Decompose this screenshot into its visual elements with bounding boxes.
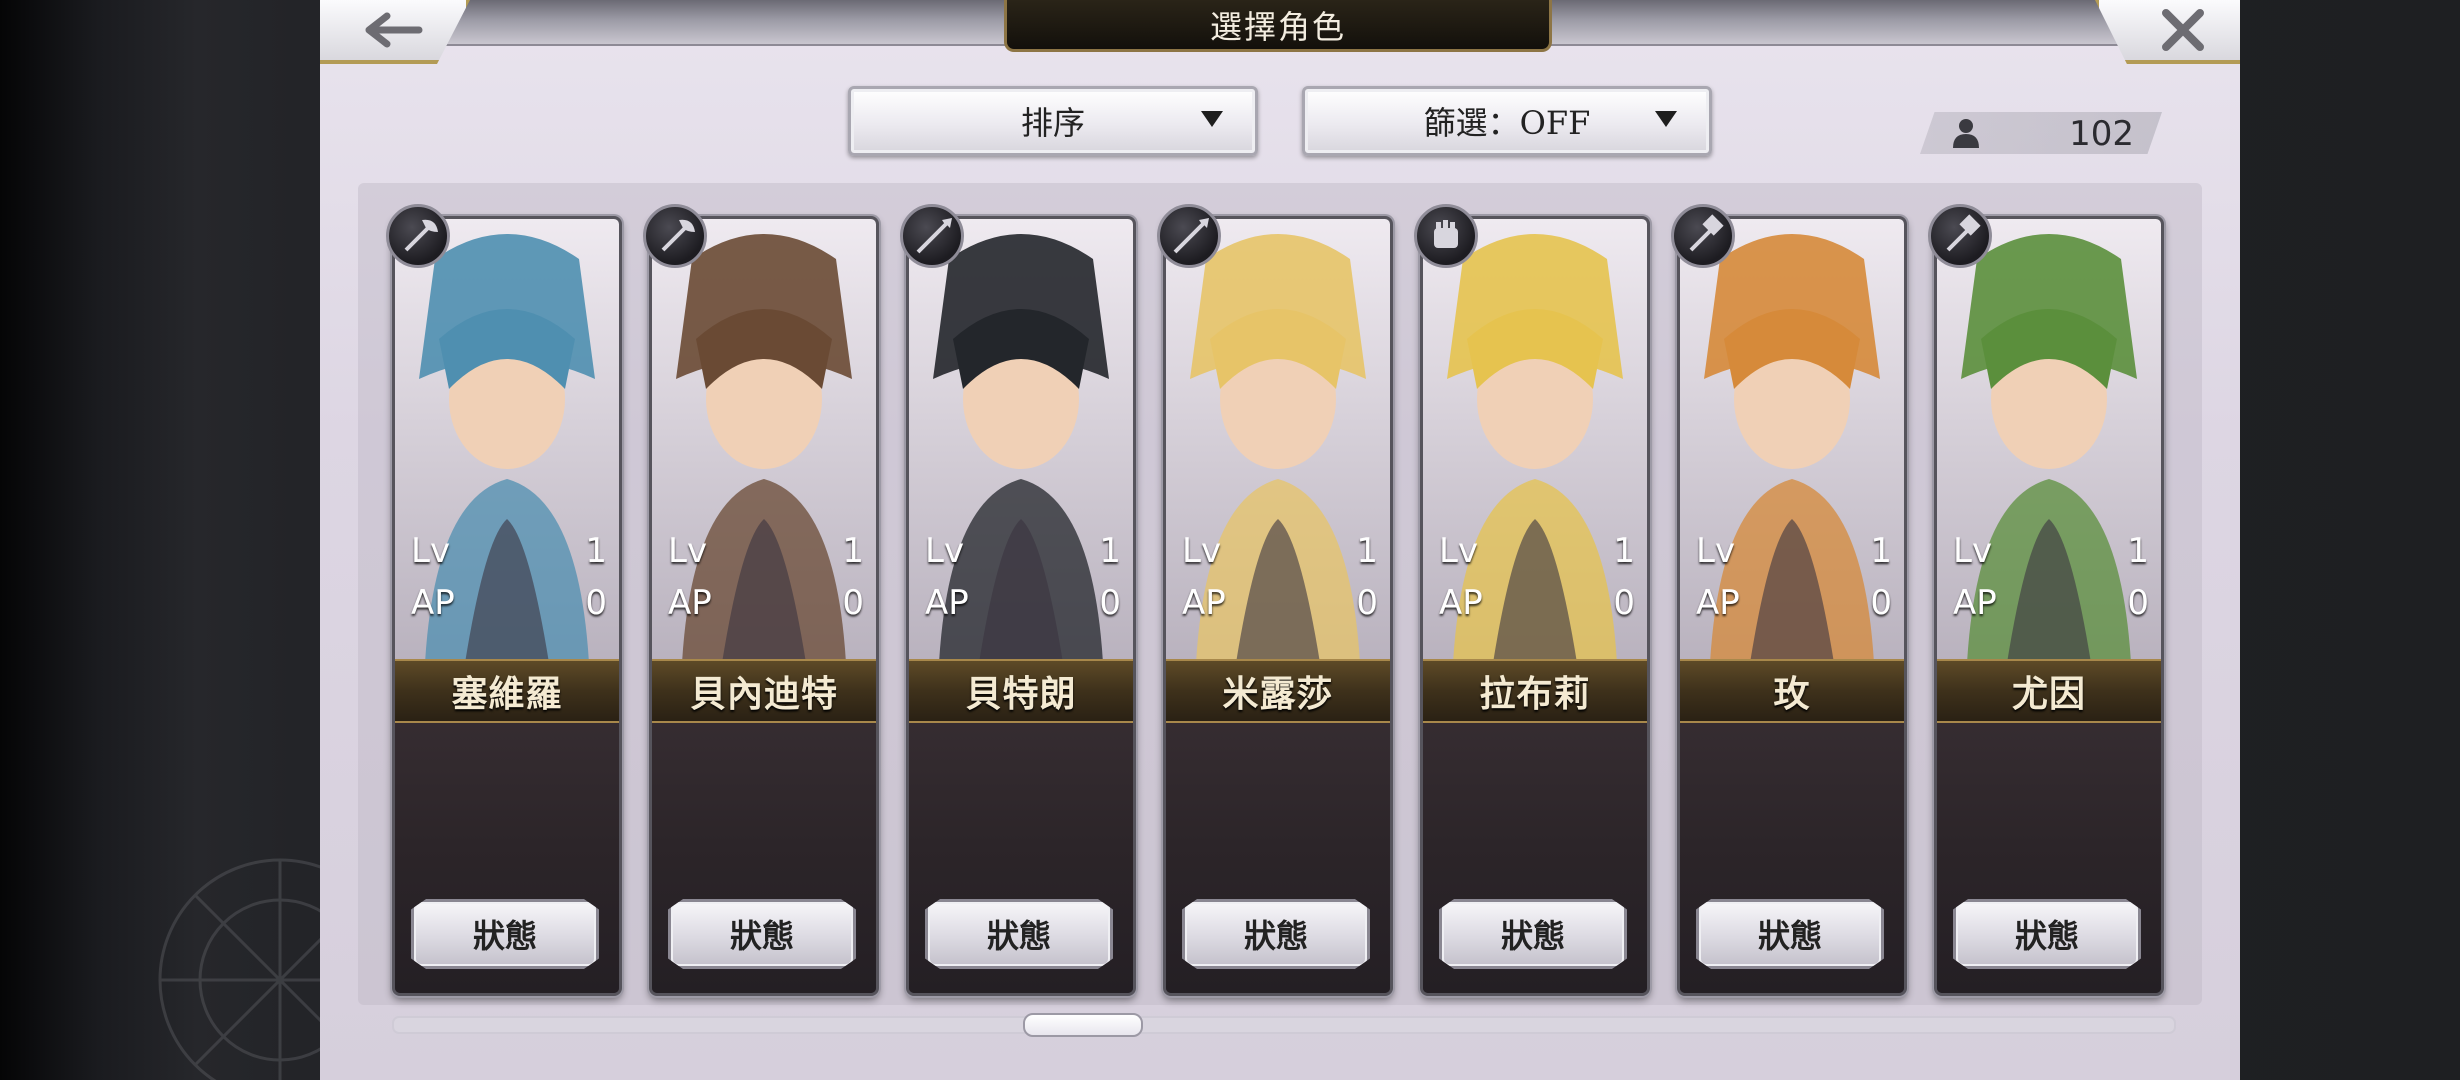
gauntlet-icon xyxy=(1414,204,1478,268)
filter-dropdown[interactable]: 篩選：OFF xyxy=(1302,86,1712,156)
lv-label: Lv xyxy=(925,531,965,571)
character-count-badge: 102 xyxy=(1920,112,2162,154)
lv-row: Lv 1 xyxy=(1696,531,1892,575)
horizontal-scrollbar[interactable] xyxy=(392,1016,2176,1034)
lv-row: Lv 1 xyxy=(1439,531,1635,575)
chevron-down-icon xyxy=(1201,111,1223,127)
ap-label: AP xyxy=(668,583,712,623)
sort-dropdown[interactable]: 排序 xyxy=(848,86,1258,156)
character-card[interactable]: 貝內迪特 Lv 1 AP 0 狀態 xyxy=(649,216,879,996)
lv-label: Lv xyxy=(668,531,708,571)
character-name: 貝特朗 xyxy=(909,659,1133,723)
close-icon xyxy=(2161,9,2204,51)
character-card[interactable]: 米露莎 Lv 1 AP 0 狀態 xyxy=(1163,216,1393,996)
ap-row: AP 0 xyxy=(411,583,607,627)
lv-row: Lv 1 xyxy=(925,531,1121,575)
lv-row: Lv 1 xyxy=(1953,531,2149,575)
status-button[interactable]: 狀態 xyxy=(1439,899,1627,969)
ap-label: AP xyxy=(1696,583,1740,623)
hammer-icon xyxy=(1671,204,1735,268)
chevron-down-icon xyxy=(1655,111,1677,127)
character-card[interactable]: 拉布莉 Lv 1 AP 0 狀態 xyxy=(1420,216,1650,996)
person-icon xyxy=(1953,119,1979,148)
ap-value: 0 xyxy=(1099,583,1121,623)
lv-value: 1 xyxy=(585,531,607,571)
lv-label: Lv xyxy=(1953,531,1993,571)
lv-value: 1 xyxy=(1356,531,1378,571)
lv-row: Lv 1 xyxy=(668,531,864,575)
axe-icon xyxy=(386,204,450,268)
ap-value: 0 xyxy=(1870,583,1892,623)
lv-value: 1 xyxy=(1870,531,1892,571)
character-name: 尤因 xyxy=(1937,659,2161,723)
character-card[interactable]: 塞維羅 Lv 1 AP 0 狀態 xyxy=(392,216,622,996)
page-title: 選擇角色 xyxy=(1004,0,1552,52)
lv-value: 1 xyxy=(842,531,864,571)
character-name: 米露莎 xyxy=(1166,659,1390,723)
lv-label: Lv xyxy=(1182,531,1222,571)
ap-value: 0 xyxy=(842,583,864,623)
status-button[interactable]: 狀態 xyxy=(925,899,1113,969)
lv-value: 1 xyxy=(1613,531,1635,571)
character-count: 102 xyxy=(2069,114,2134,154)
ap-row: AP 0 xyxy=(1439,583,1635,627)
back-arrow-icon xyxy=(365,12,423,48)
lv-label: Lv xyxy=(411,531,451,571)
scrollbar-thumb[interactable] xyxy=(1023,1013,1143,1037)
status-button[interactable]: 狀態 xyxy=(1696,899,1884,969)
ap-row: AP 0 xyxy=(668,583,864,627)
ap-value: 0 xyxy=(1613,583,1635,623)
character-name: 拉布莉 xyxy=(1423,659,1647,723)
lv-label: Lv xyxy=(1439,531,1479,571)
spear-icon xyxy=(900,204,964,268)
character-name: 塞維羅 xyxy=(395,659,619,723)
clockwork-ornament-icon xyxy=(158,858,360,1080)
ap-value: 0 xyxy=(2127,583,2149,623)
ap-value: 0 xyxy=(1356,583,1378,623)
status-button[interactable]: 狀態 xyxy=(668,899,856,969)
ap-row: AP 0 xyxy=(925,583,1121,627)
ap-row: AP 0 xyxy=(1182,583,1378,627)
filter-label: 篩選：OFF xyxy=(1423,104,1591,142)
ap-label: AP xyxy=(411,583,455,623)
lv-value: 1 xyxy=(1099,531,1121,571)
character-name: 玫 xyxy=(1680,659,1904,723)
ap-value: 0 xyxy=(585,583,607,623)
character-card[interactable]: 尤因 Lv 1 AP 0 狀態 xyxy=(1934,216,2164,996)
lv-row: Lv 1 xyxy=(411,531,607,575)
character-card[interactable]: 玫 Lv 1 AP 0 狀態 xyxy=(1677,216,1907,996)
hammer-icon xyxy=(1928,204,1992,268)
character-card[interactable]: 貝特朗 Lv 1 AP 0 狀態 xyxy=(906,216,1136,996)
status-button[interactable]: 狀態 xyxy=(1953,899,2141,969)
lv-row: Lv 1 xyxy=(1182,531,1378,575)
lv-value: 1 xyxy=(2127,531,2149,571)
spear-icon xyxy=(1157,204,1221,268)
status-button[interactable]: 狀態 xyxy=(1182,899,1370,969)
ap-label: AP xyxy=(1953,583,1997,623)
status-button[interactable]: 狀態 xyxy=(411,899,599,969)
ap-label: AP xyxy=(1182,583,1226,623)
character-name: 貝內迪特 xyxy=(652,659,876,723)
sort-label: 排序 xyxy=(1020,104,1085,142)
axe-icon xyxy=(643,204,707,268)
game-screen: 選擇角色 排序 篩選：OFF 102 塞維羅 Lv 1 AP 0 狀態 貝內迪特 Lv 1 AP 0… xyxy=(0,0,2460,1080)
lv-label: Lv xyxy=(1696,531,1736,571)
ap-row: AP 0 xyxy=(1953,583,2149,627)
ap-row: AP 0 xyxy=(1696,583,1892,627)
ap-label: AP xyxy=(1439,583,1483,623)
ap-label: AP xyxy=(925,583,969,623)
